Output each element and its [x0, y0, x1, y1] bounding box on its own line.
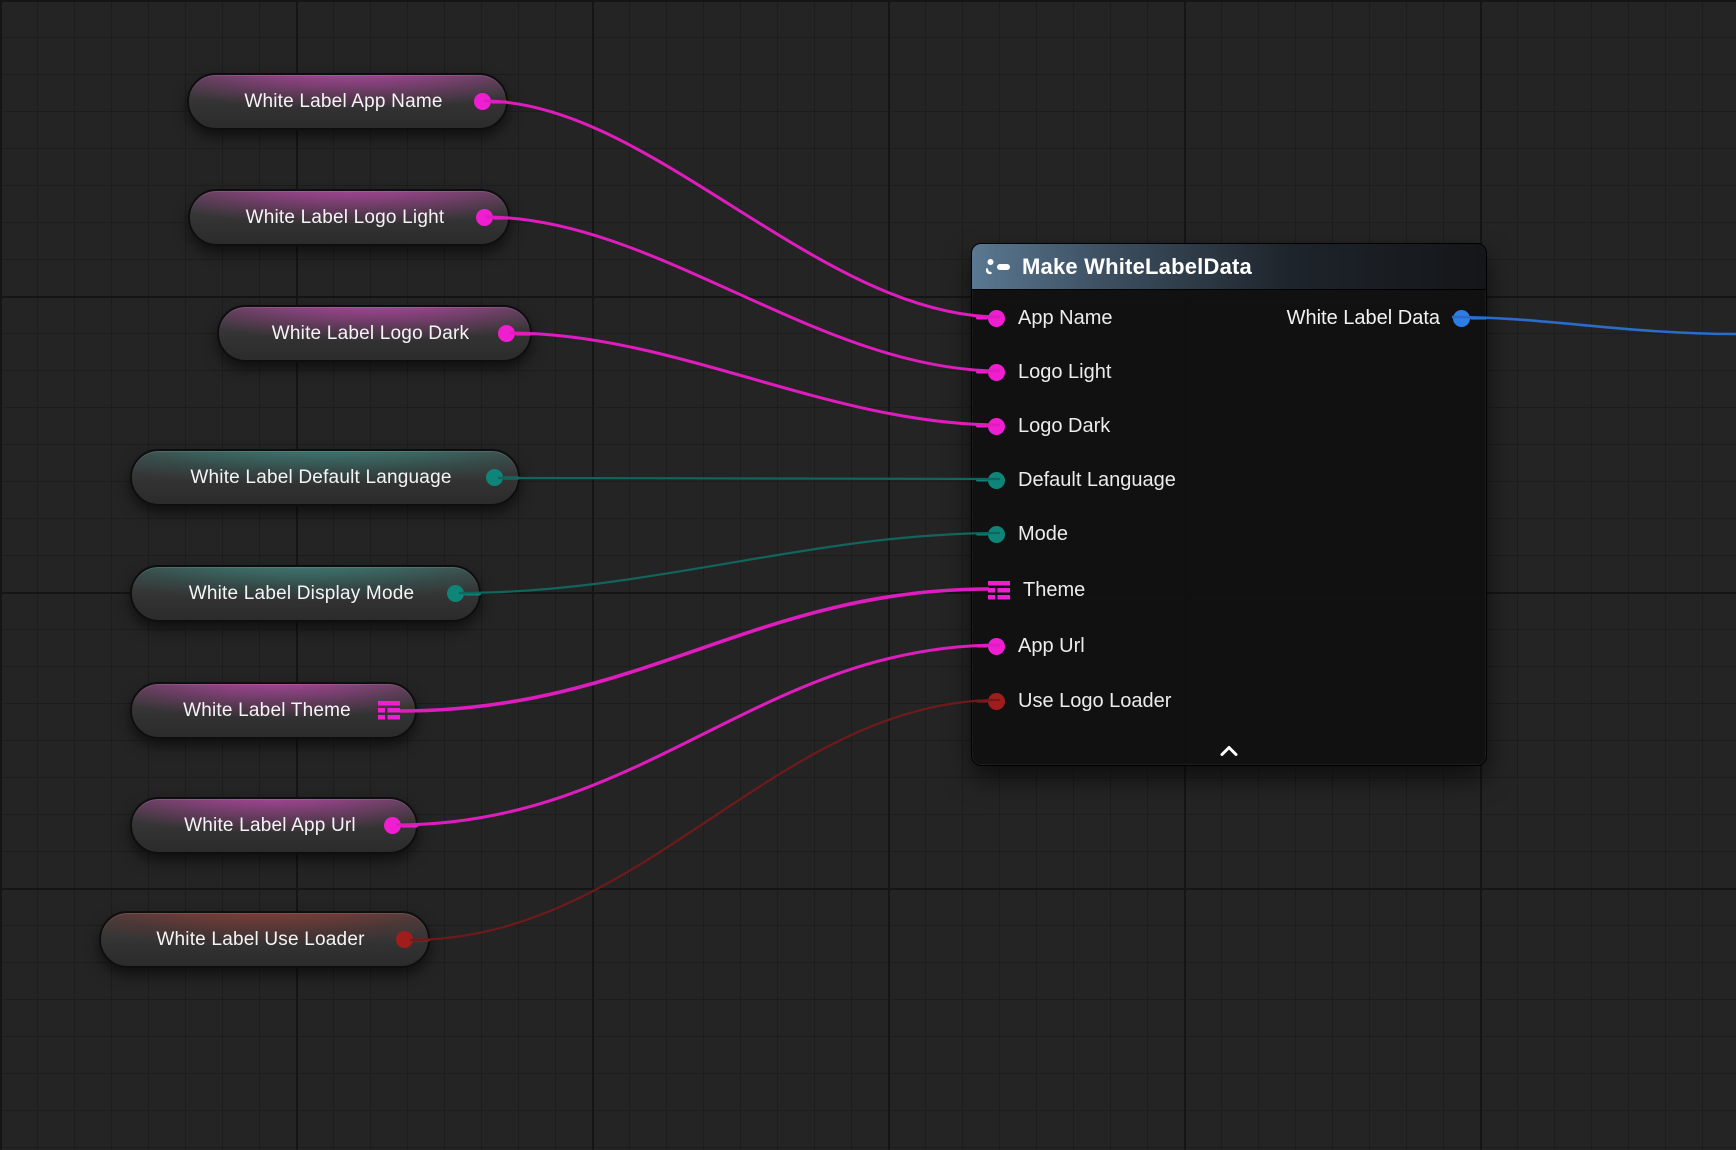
- input-row-theme: Theme: [988, 563, 1085, 617]
- output-row-white-label-data: White Label Data: [1287, 291, 1470, 345]
- make-whitelabeldata-node[interactable]: Make WhiteLabelData App Name Logo Light …: [971, 243, 1487, 766]
- variable-node-label: White Label Theme: [156, 700, 378, 722]
- variable-node-white-label-app-name[interactable]: White Label App Name: [187, 73, 508, 130]
- input-row-use-logo-loader: Use Logo Loader: [988, 674, 1171, 728]
- variable-node-white-label-theme[interactable]: White Label Theme: [130, 682, 417, 739]
- variable-node-label: White Label Logo Light: [214, 207, 476, 229]
- variable-node-white-label-logo-light[interactable]: White Label Logo Light: [188, 189, 510, 246]
- wire-logo-dark[interactable]: [510, 333, 1000, 425]
- input-row-logo-dark: Logo Dark: [988, 399, 1110, 453]
- wire-theme[interactable]: [400, 589, 989, 711]
- chevron-up-icon: [1220, 745, 1238, 757]
- input-pin-theme[interactable]: [988, 581, 1010, 600]
- output-pin-use-loader[interactable]: [396, 931, 413, 948]
- struct-grid-icon: [988, 581, 1010, 600]
- output-label: White Label Data: [1287, 307, 1440, 330]
- input-pin-default-language[interactable]: [988, 472, 1005, 489]
- wire-app-url[interactable]: [396, 645, 1000, 825]
- wire-logo-light[interactable]: [486, 217, 1000, 371]
- input-row-mode: Mode: [988, 507, 1068, 561]
- input-label: Use Logo Loader: [1018, 690, 1171, 713]
- input-label: App Url: [1018, 635, 1085, 658]
- input-label: Mode: [1018, 523, 1068, 546]
- blueprint-graph-canvas[interactable]: White Label App Name White Label Logo Li…: [0, 0, 1736, 1150]
- output-pin-display-mode[interactable]: [447, 585, 464, 602]
- input-label: Theme: [1023, 579, 1085, 602]
- make-struct-icon: [986, 257, 1012, 277]
- input-pin-logo-light[interactable]: [988, 364, 1005, 381]
- input-label: Logo Dark: [1018, 415, 1110, 438]
- wire-white-label-data-output[interactable]: [1452, 317, 1736, 334]
- make-node-header[interactable]: Make WhiteLabelData: [972, 244, 1486, 290]
- input-label: Default Language: [1018, 469, 1176, 492]
- input-pin-use-logo-loader[interactable]: [988, 693, 1005, 710]
- input-row-default-language: Default Language: [988, 453, 1176, 507]
- input-pin-mode[interactable]: [988, 526, 1005, 543]
- variable-node-label: White Label Default Language: [156, 467, 486, 489]
- make-node-body: App Name Logo Light Logo Dark Default La…: [972, 289, 1486, 765]
- variable-node-label: White Label Logo Dark: [243, 323, 498, 345]
- input-pin-app-url[interactable]: [988, 638, 1005, 655]
- collapse-node-button[interactable]: [1212, 742, 1246, 760]
- output-pin-logo-dark[interactable]: [498, 325, 515, 342]
- variable-node-label: White Label App Url: [156, 815, 384, 837]
- input-row-logo-light: Logo Light: [988, 345, 1111, 399]
- variable-node-white-label-logo-dark[interactable]: White Label Logo Dark: [217, 305, 532, 362]
- struct-grid-pin-icon[interactable]: [378, 701, 400, 720]
- wire-use-logo-loader[interactable]: [410, 700, 1000, 940]
- output-pin-app-url[interactable]: [384, 817, 401, 834]
- wire-mode[interactable]: [459, 533, 1000, 593]
- input-pin-logo-dark[interactable]: [988, 418, 1005, 435]
- output-pin-default-language[interactable]: [486, 469, 503, 486]
- variable-node-white-label-use-loader[interactable]: White Label Use Loader: [99, 911, 430, 968]
- input-pin-app-name[interactable]: [988, 310, 1005, 327]
- input-label: App Name: [1018, 307, 1113, 330]
- variable-node-white-label-app-url[interactable]: White Label App Url: [130, 797, 418, 854]
- output-pin-white-label-data[interactable]: [1453, 310, 1470, 327]
- make-node-title: Make WhiteLabelData: [1022, 254, 1252, 280]
- wire-app-name[interactable]: [484, 101, 1000, 317]
- variable-node-white-label-display-mode[interactable]: White Label Display Mode: [130, 565, 481, 622]
- variable-node-label: White Label Use Loader: [125, 929, 396, 951]
- variable-node-label: White Label Display Mode: [156, 583, 447, 605]
- output-pin-logo-light[interactable]: [476, 209, 493, 226]
- variable-node-white-label-default-language[interactable]: White Label Default Language: [130, 449, 520, 506]
- variable-node-label: White Label App Name: [213, 91, 474, 113]
- input-row-app-url: App Url: [988, 619, 1085, 673]
- wire-default-language[interactable]: [498, 478, 1000, 479]
- input-row-app-name: App Name: [988, 291, 1113, 345]
- struct-grid-icon: [378, 701, 400, 720]
- output-pin-app-name[interactable]: [474, 93, 491, 110]
- input-label: Logo Light: [1018, 361, 1111, 384]
